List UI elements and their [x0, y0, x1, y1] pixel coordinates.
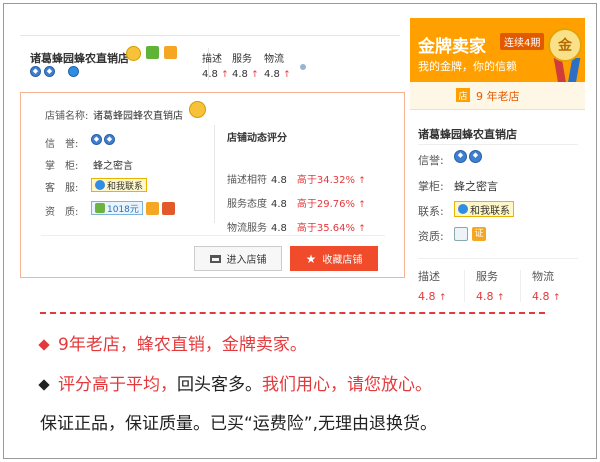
reputation-label: 信誉:: [418, 154, 444, 167]
wangwang-icon: [458, 204, 468, 214]
reputation-icon: ◆: [104, 134, 115, 145]
up-arrow-icon: ↑: [358, 200, 366, 210]
certificate-icon[interactable]: 证: [472, 227, 486, 241]
wangwang-contact-button[interactable]: 和我联系: [454, 201, 514, 217]
shop-years-icon: 店: [456, 88, 470, 102]
consumer-protection-icon[interactable]: [146, 46, 159, 59]
up-arrow-icon: ↑: [221, 70, 229, 80]
license-icon[interactable]: [161, 201, 175, 215]
promo-line-3: 保证正品，保证质量。已买“运费险”,无理由退换货。: [40, 414, 438, 434]
shop-name-label: 店铺名称:: [45, 111, 89, 122]
summary-score-logistics: 物流 4.8 ↑: [532, 270, 561, 303]
gold-seller-icon[interactable]: [126, 46, 141, 61]
reputation-label: 信 誉:: [45, 139, 79, 150]
up-arrow-icon: ↑: [283, 70, 291, 80]
qualification-badges: 1018元: [91, 201, 175, 215]
divider: [418, 144, 578, 145]
header-score-service: 服务 4.8 ↑: [232, 50, 259, 80]
dot-icon: [300, 64, 306, 70]
up-arrow-icon: ↑: [358, 176, 366, 186]
header-score-logistics: 物流 4.8 ↑: [264, 50, 291, 80]
summary-score-describe: 描述 4.8 ↑: [418, 270, 447, 303]
gold-medal-icon: [189, 101, 206, 118]
gold-seller-title: 金牌卖家: [418, 37, 486, 57]
score-label: 物流: [264, 54, 284, 65]
gold-seller-banner: 金牌卖家 连续4期 我的金牌，你的信赖 金: [410, 18, 585, 84]
keeper-value[interactable]: 蜂之密言: [454, 178, 498, 194]
keeper-label: 掌柜:: [418, 180, 444, 193]
gold-badge-icon[interactable]: [145, 201, 159, 215]
divider: [520, 270, 521, 302]
star-icon: ★: [305, 251, 317, 266]
favorite-shop-button[interactable]: ★ 收藏店铺: [290, 246, 378, 271]
shop-summary-panel: 诸葛蜂园蜂农直销店 信誉: ◆ ◆ 掌柜: 蜂之密言 联系: 和我联系 资质: 证…: [410, 110, 585, 305]
shop-badges: [126, 46, 177, 61]
reputation-icons: ◆ ◆: [454, 150, 482, 163]
reputation-icon: ◆: [91, 134, 102, 145]
score-value: 4.8: [202, 69, 218, 80]
contact-label: 联系:: [418, 205, 444, 218]
dsr-title: 店铺动态评分: [227, 133, 287, 144]
wangwang-contact-button[interactable]: 和我联系: [91, 178, 148, 192]
header-score-describe: 描述 4.8 ↑: [202, 50, 229, 80]
divider: [418, 258, 578, 259]
reputation-icon: ◆: [454, 150, 467, 163]
deposit-icon: [95, 203, 105, 213]
score-label: 服务: [232, 54, 252, 65]
reputation-icons: ◆ ◆: [30, 66, 79, 77]
reputation-icon: ◆: [469, 150, 482, 163]
divider: [41, 235, 385, 236]
score-value: 4.8: [264, 69, 280, 80]
service-label: 客 服:: [45, 183, 79, 194]
up-arrow-icon: ↑: [358, 224, 366, 234]
diamond-bullet-icon: [38, 339, 50, 351]
promo-line-1: 9年老店，蜂农直销，金牌卖家。: [38, 330, 307, 355]
promo-line-2: 评分高于平均，回头客多。我们用心，请您放心。: [38, 370, 432, 395]
divider: [464, 270, 465, 302]
wangwang-icon: [95, 180, 105, 190]
ribbon-icon: [567, 58, 581, 84]
gold-seller-subtitle: 我的金牌，你的信赖: [418, 60, 517, 73]
id-card-icon[interactable]: [454, 227, 468, 241]
reputation-icon: ◆: [44, 66, 55, 77]
up-arrow-icon: ↑: [553, 293, 561, 303]
reputation-icons: ◆ ◆: [91, 134, 115, 145]
wangwang-icon[interactable]: [68, 66, 79, 77]
qualification-label: 资质:: [418, 230, 444, 243]
dashed-divider: [40, 312, 545, 314]
gold-badge-icon[interactable]: [164, 46, 177, 59]
dsr-row-service: 服务态度 4.8 高于29.76% ↑: [227, 199, 366, 210]
score-value: 4.8: [232, 69, 248, 80]
keeper-value[interactable]: 蜂之密言: [93, 157, 133, 172]
shop-name-value[interactable]: 诸葛蜂园蜂农直销店: [93, 107, 183, 122]
summary-score-service: 服务 4.8 ↑: [476, 270, 505, 303]
shop-header: 诸葛蜂园蜂农直销店 ◆ ◆ 描述 4.8 ↑ 服务 4.8 ↑ 物流 4.8 ↑: [20, 35, 400, 85]
shop-info-card: 店铺名称: 诸葛蜂园蜂农直销店 信 誉: ◆ ◆ 掌 柜: 蜂之密言 客 服: 和…: [20, 92, 405, 278]
score-label: 描述: [202, 54, 222, 65]
shop-years-text: 9 年老店: [476, 90, 520, 103]
qualification-label: 资 质:: [45, 207, 79, 218]
up-arrow-icon: ↑: [251, 70, 259, 80]
dsr-row-logistics: 物流服务 4.8 高于35.64% ↑: [227, 223, 366, 234]
shop-icon: [209, 254, 221, 263]
shop-name[interactable]: 诸葛蜂园蜂农直销店: [418, 126, 517, 142]
diamond-bullet-icon: [38, 379, 50, 391]
keeper-label: 掌 柜:: [45, 161, 79, 172]
deposit-badge[interactable]: 1018元: [91, 201, 143, 215]
divider: [214, 125, 215, 223]
reputation-icon: ◆: [30, 66, 41, 77]
up-arrow-icon: ↑: [439, 293, 447, 303]
enter-shop-button[interactable]: 进入店铺: [194, 246, 282, 271]
years-banner: 店 9 年老店: [410, 82, 585, 110]
gold-medal-icon: 金: [548, 28, 582, 62]
consecutive-badge: 连续4期: [500, 33, 545, 50]
shop-name[interactable]: 诸葛蜂园蜂农直销店: [30, 50, 129, 66]
up-arrow-icon: ↑: [497, 293, 505, 303]
dsr-row-describe: 描述相符 4.8 高于34.32% ↑: [227, 175, 366, 186]
